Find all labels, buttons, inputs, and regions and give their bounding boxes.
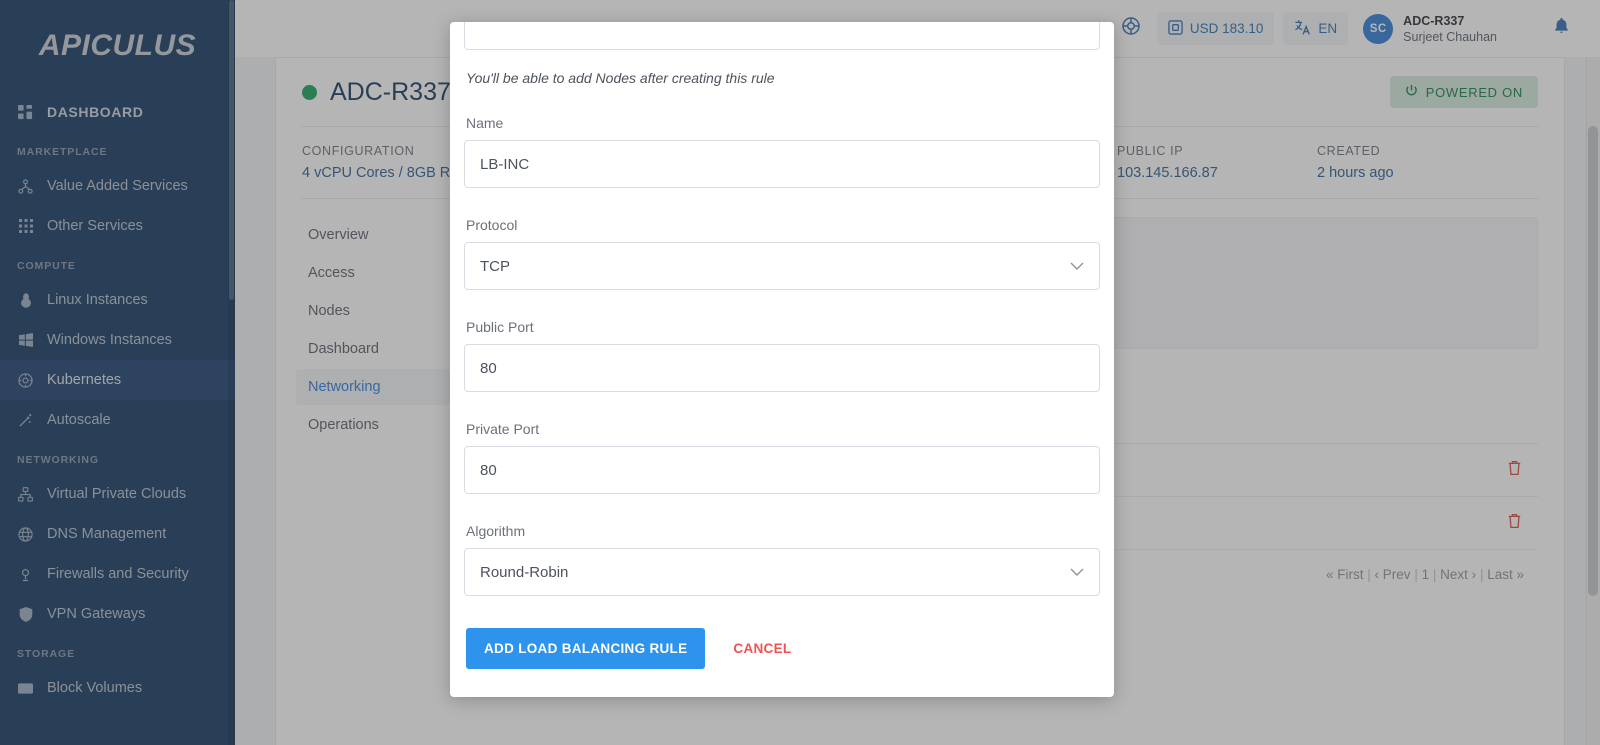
name-input[interactable]: LB-INC: [464, 140, 1100, 188]
field-label: Private Port: [464, 421, 1100, 437]
field-label: Algorithm: [464, 523, 1100, 539]
add-load-balancing-rule-button[interactable]: ADD LOAD BALANCING RULE: [466, 628, 705, 669]
public-port-input-value: 80: [480, 360, 497, 377]
cancel-button[interactable]: CANCEL: [719, 628, 805, 669]
modal-actions: ADD LOAD BALANCING RULE CANCEL: [464, 596, 1100, 669]
add-load-balancing-rule-modal: You'll be able to add Nodes after creati…: [450, 22, 1114, 697]
field-label: Public Port: [464, 319, 1100, 335]
nodes-field-clipped[interactable]: [464, 22, 1100, 50]
protocol-select-value: TCP: [480, 258, 510, 275]
algorithm-select[interactable]: Round-Robin: [464, 548, 1100, 596]
chevron-down-icon: [1070, 565, 1084, 580]
algorithm-select-value: Round-Robin: [480, 564, 568, 581]
field-label: Name: [464, 115, 1100, 131]
field-private-port: Private Port 80: [464, 392, 1100, 494]
app-root: APICULUS DASHBOARD MARKETPLACE Value Add…: [0, 0, 1600, 745]
private-port-input-value: 80: [480, 462, 497, 479]
public-port-input[interactable]: 80: [464, 344, 1100, 392]
field-protocol: Protocol TCP: [464, 188, 1100, 290]
name-input-value: LB-INC: [480, 156, 529, 173]
protocol-select[interactable]: TCP: [464, 242, 1100, 290]
field-label: Protocol: [464, 217, 1100, 233]
private-port-input[interactable]: 80: [464, 446, 1100, 494]
nodes-hint-text: You'll be able to add Nodes after creati…: [464, 52, 1100, 86]
field-public-port: Public Port 80: [464, 290, 1100, 392]
chevron-down-icon: [1070, 259, 1084, 274]
field-name: Name LB-INC: [464, 86, 1100, 188]
field-algorithm: Algorithm Round-Robin: [464, 494, 1100, 596]
